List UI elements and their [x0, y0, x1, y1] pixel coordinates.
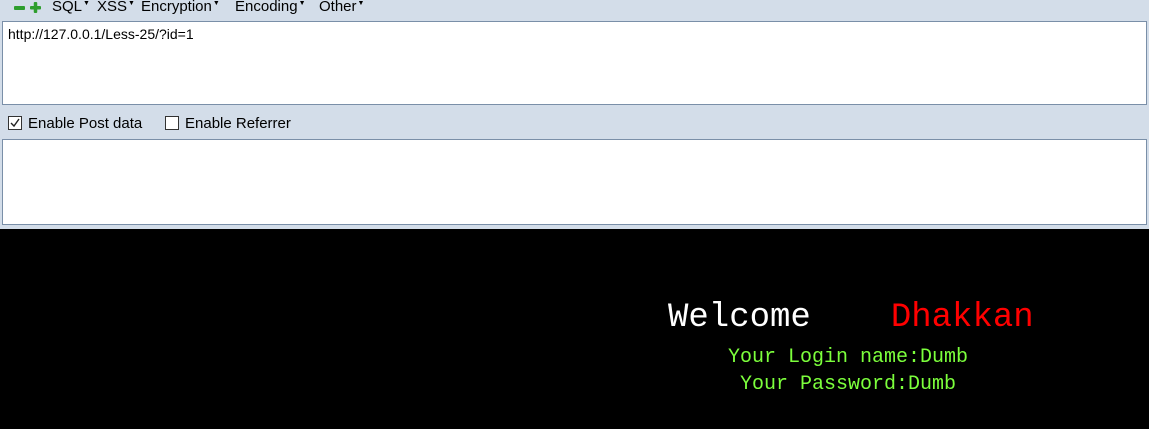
- enable-referrer-label: Enable Referrer: [185, 114, 291, 132]
- options-row: Enable Post data Enable Referrer: [0, 113, 1149, 133]
- enable-referrer-option[interactable]: Enable Referrer: [165, 113, 291, 133]
- enable-referrer-checkbox[interactable]: [165, 116, 179, 130]
- page-output: Welcome Dhakkan Your Login name:Dumb Your…: [0, 229, 1149, 429]
- menu-xss[interactable]: XSS▼: [97, 0, 135, 17]
- menu-other[interactable]: Other▼: [319, 0, 364, 17]
- menu-sql[interactable]: SQL▼: [52, 0, 90, 17]
- post-data-input[interactable]: [2, 139, 1147, 225]
- caret-down-icon: ▼: [298, 0, 306, 7]
- caret-down-icon: ▼: [357, 0, 365, 7]
- hackbar-toolbar: SQL▼ XSS▼ Encryption▼ Encoding▼ Other▼: [0, 0, 1149, 17]
- remove-icon[interactable]: [14, 0, 25, 11]
- enable-post-data-label: Enable Post data: [28, 114, 143, 132]
- caret-down-icon: ▼: [212, 0, 220, 7]
- welcome-text: Welcome: [668, 299, 811, 337]
- welcome-line: Welcome Dhakkan: [668, 299, 1034, 337]
- login-name-text: Your Login name:Dumb: [728, 346, 969, 369]
- menu-xss-label: XSS: [97, 0, 128, 15]
- welcome-name: Dhakkan: [890, 299, 1034, 337]
- add-icon[interactable]: [30, 0, 41, 13]
- menu-other-label: Other: [319, 0, 357, 15]
- url-input[interactable]: http://127.0.0.1/Less-25/?id=1: [2, 21, 1147, 105]
- caret-down-icon: ▼: [128, 0, 135, 7]
- menu-encoding[interactable]: Encoding▼: [235, 0, 306, 17]
- enable-post-data-option[interactable]: Enable Post data: [8, 113, 142, 133]
- enable-post-data-checkbox[interactable]: [8, 116, 22, 130]
- menu-encryption-label: Encryption: [141, 0, 212, 15]
- hackbar-panel: SQL▼ XSS▼ Encryption▼ Encoding▼ Other▼ h…: [0, 0, 1149, 229]
- menu-encryption[interactable]: Encryption▼: [141, 0, 220, 17]
- menu-encoding-label: Encoding: [235, 0, 298, 15]
- url-value: http://127.0.0.1/Less-25/?id=1: [8, 26, 194, 42]
- caret-down-icon: ▼: [83, 0, 90, 7]
- menu-sql-label: SQL: [52, 0, 83, 15]
- password-text: Your Password:Dumb: [740, 373, 957, 396]
